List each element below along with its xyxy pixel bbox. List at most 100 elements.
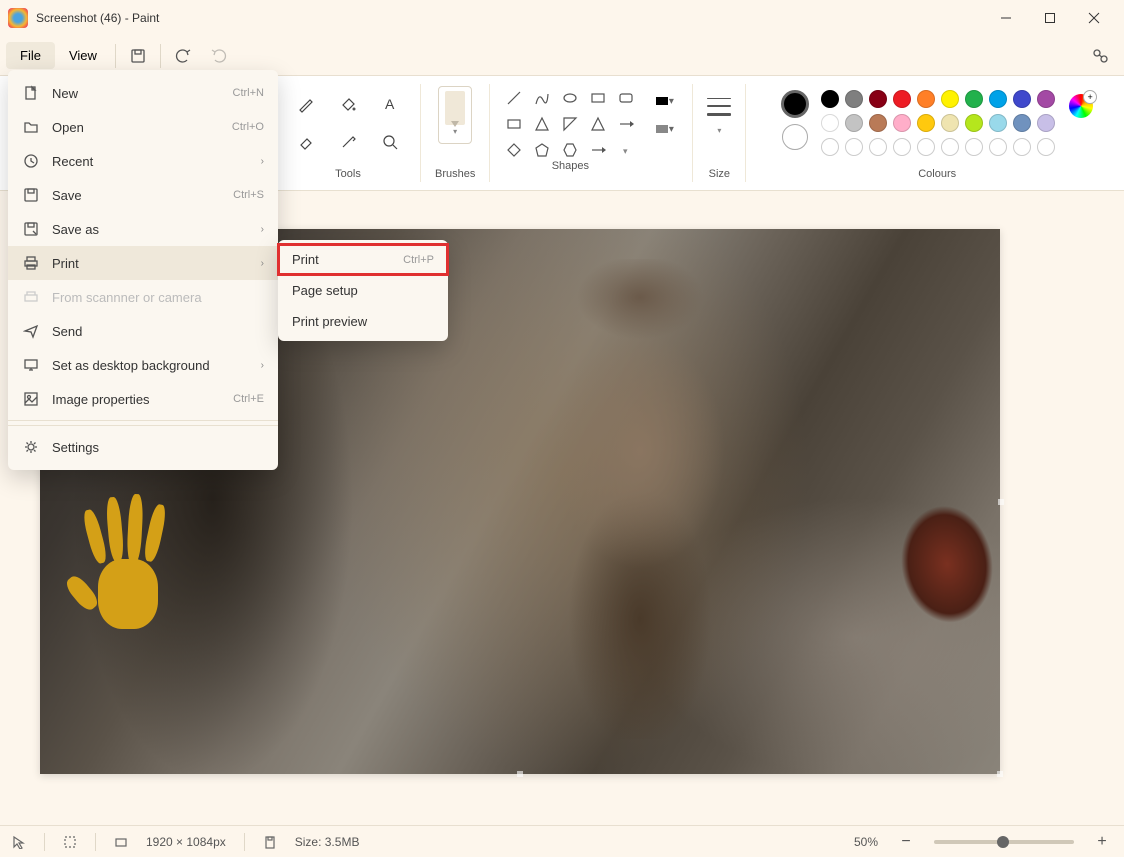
ribbon-group-brushes: ▾ Brushes: [425, 76, 485, 190]
resize-handle-corner[interactable]: [997, 771, 1003, 777]
color-swatch[interactable]: [1013, 114, 1031, 132]
close-button[interactable]: [1072, 2, 1116, 34]
color-swatch[interactable]: [1037, 90, 1055, 108]
zoom-slider[interactable]: [934, 840, 1074, 844]
color-1[interactable]: [781, 90, 809, 118]
color-swatch[interactable]: [821, 90, 839, 108]
print-submenu-item-page-setup[interactable]: Page setup: [278, 275, 448, 306]
color-swatch-empty[interactable]: [965, 138, 983, 156]
minimize-button[interactable]: [984, 2, 1028, 34]
zoom-in-button[interactable]: +: [1092, 833, 1112, 851]
save-button[interactable]: [120, 40, 156, 72]
redo-button[interactable]: [201, 40, 237, 72]
file-menu-item-new[interactable]: NewCtrl+N: [8, 76, 278, 110]
color-swatch[interactable]: [1037, 114, 1055, 132]
color-swatch[interactable]: [989, 90, 1007, 108]
resize-handle-bottom[interactable]: [517, 771, 523, 777]
color-swatch[interactable]: [893, 114, 911, 132]
color-swatch[interactable]: [845, 114, 863, 132]
file-menu-item-recent[interactable]: Recent›: [8, 144, 278, 178]
color-swatch[interactable]: [893, 90, 911, 108]
file-menu-item-open[interactable]: OpenCtrl+O: [8, 110, 278, 144]
menu-file[interactable]: File: [6, 42, 55, 69]
svg-text:▾: ▾: [623, 146, 628, 156]
file-menu-item-settings[interactable]: Settings: [8, 430, 278, 464]
color-swatch-empty[interactable]: [893, 138, 911, 156]
file-menu-item-send[interactable]: Send: [8, 314, 278, 348]
file-menu-item-print[interactable]: Print›: [8, 246, 278, 280]
resize-handle-right[interactable]: [998, 499, 1004, 505]
color-swatch-empty[interactable]: [941, 138, 959, 156]
settings-icon[interactable]: [1082, 40, 1118, 72]
file-menu-item-set-as-desktop-background[interactable]: Set as desktop background ›: [8, 348, 278, 382]
brushes-dropdown[interactable]: ▾: [438, 86, 472, 144]
zoom-out-button[interactable]: −: [896, 833, 916, 851]
status-bar: 1920 × 1084px Size: 3.5MB 50% − +: [0, 825, 1124, 857]
color-swatch[interactable]: [965, 114, 983, 132]
menu-item-label: Save: [52, 188, 221, 203]
zoom-text: 50%: [854, 835, 878, 849]
filesize-icon: [263, 835, 277, 849]
menu-item-label: Print: [52, 256, 249, 271]
menu-view[interactable]: View: [55, 42, 111, 69]
print-submenu: PrintCtrl+PPage setupPrint preview: [278, 240, 448, 341]
menu-item-label: Image properties: [52, 392, 221, 407]
brush-icon: [445, 91, 465, 125]
maximize-button[interactable]: [1028, 2, 1072, 34]
dimensions-icon: [114, 835, 128, 849]
color-swatch[interactable]: [1013, 90, 1031, 108]
shape-fill-dropdown[interactable]: ▾: [650, 118, 678, 140]
color-2[interactable]: [782, 124, 808, 150]
shapes-label: Shapes: [552, 160, 589, 176]
color-swatch[interactable]: [821, 114, 839, 132]
menu-item-shortcut: Ctrl+O: [232, 121, 264, 133]
gear-icon: [22, 438, 40, 456]
undo-button[interactable]: [165, 40, 201, 72]
color-swatch[interactable]: [869, 114, 887, 132]
shape-gallery[interactable]: ▾: [504, 88, 636, 160]
print-submenu-item-print-preview[interactable]: Print preview: [278, 306, 448, 337]
magnifier-tool[interactable]: [374, 126, 406, 158]
svg-text:A: A: [385, 96, 395, 112]
color-palette[interactable]: [821, 90, 1057, 158]
shape-outline-dropdown[interactable]: ▾: [650, 90, 678, 112]
text-tool[interactable]: A: [374, 88, 406, 120]
file-menu-item-image-properties[interactable]: Image propertiesCtrl+E: [8, 382, 278, 416]
color-swatch-empty[interactable]: [989, 138, 1007, 156]
fill-tool[interactable]: [332, 88, 364, 120]
selection-icon: [63, 835, 77, 849]
edit-colors-button[interactable]: [1069, 94, 1093, 118]
ribbon-group-tools: A Tools: [280, 76, 416, 190]
file-menu-item-save[interactable]: SaveCtrl+S: [8, 178, 278, 212]
app-icon: [8, 8, 28, 28]
color-swatch[interactable]: [917, 90, 935, 108]
color-swatch[interactable]: [845, 90, 863, 108]
color-swatch[interactable]: [941, 114, 959, 132]
color-swatch-empty[interactable]: [1037, 138, 1055, 156]
color-swatch[interactable]: [965, 90, 983, 108]
color-swatch-empty[interactable]: [1013, 138, 1031, 156]
print-submenu-item-print[interactable]: PrintCtrl+P: [278, 244, 448, 275]
image-content: [788, 486, 1011, 692]
color-swatch[interactable]: [917, 114, 935, 132]
color-swatch-empty[interactable]: [821, 138, 839, 156]
doc-icon: [22, 84, 40, 102]
file-menu-item-save-as[interactable]: Save as›: [8, 212, 278, 246]
saveas-icon: [22, 220, 40, 238]
eraser-tool[interactable]: [290, 126, 322, 158]
chevron-right-icon: ›: [261, 360, 264, 371]
size-dropdown[interactable]: ▾: [707, 92, 731, 135]
image-content: [68, 489, 198, 639]
color-swatch[interactable]: [869, 90, 887, 108]
color-swatch-empty[interactable]: [845, 138, 863, 156]
color-swatch-empty[interactable]: [869, 138, 887, 156]
color-swatch[interactable]: [989, 114, 1007, 132]
picker-tool[interactable]: [332, 126, 364, 158]
color-swatch[interactable]: [941, 90, 959, 108]
menu-item-label: Set as desktop background: [52, 358, 249, 373]
color-swatch-empty[interactable]: [917, 138, 935, 156]
chevron-right-icon: ›: [261, 156, 264, 167]
chevron-down-icon: ▾: [717, 126, 721, 135]
pencil-tool[interactable]: [290, 88, 322, 120]
scanner-icon: [22, 288, 40, 306]
